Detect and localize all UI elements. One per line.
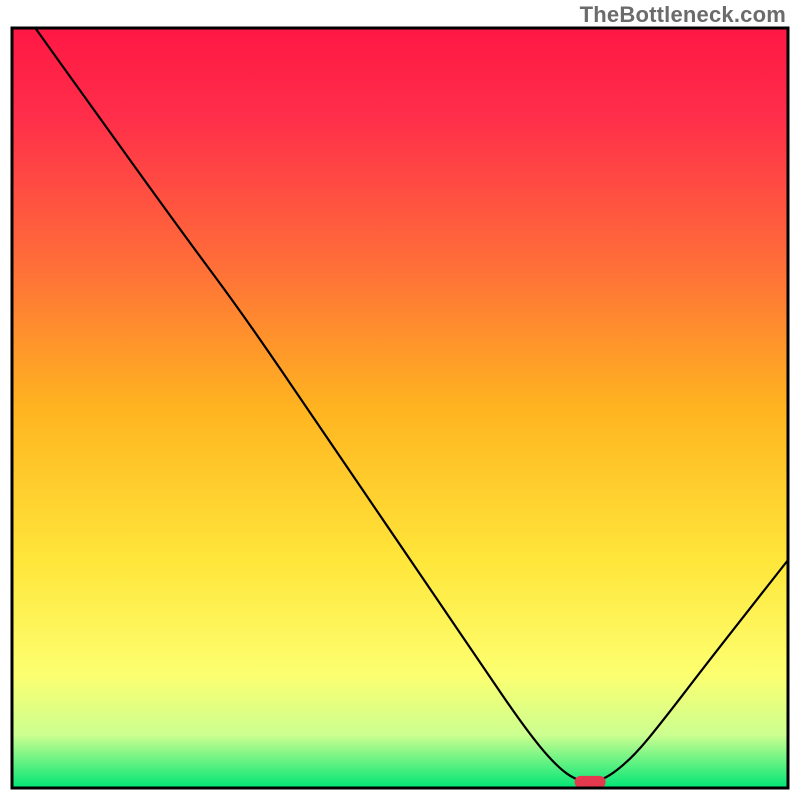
plot-background <box>12 28 788 788</box>
bottleneck-chart <box>0 0 800 800</box>
highlight-marker <box>575 776 606 788</box>
chart-container: TheBottleneck.com <box>0 0 800 800</box>
watermark-text: TheBottleneck.com <box>580 2 786 28</box>
